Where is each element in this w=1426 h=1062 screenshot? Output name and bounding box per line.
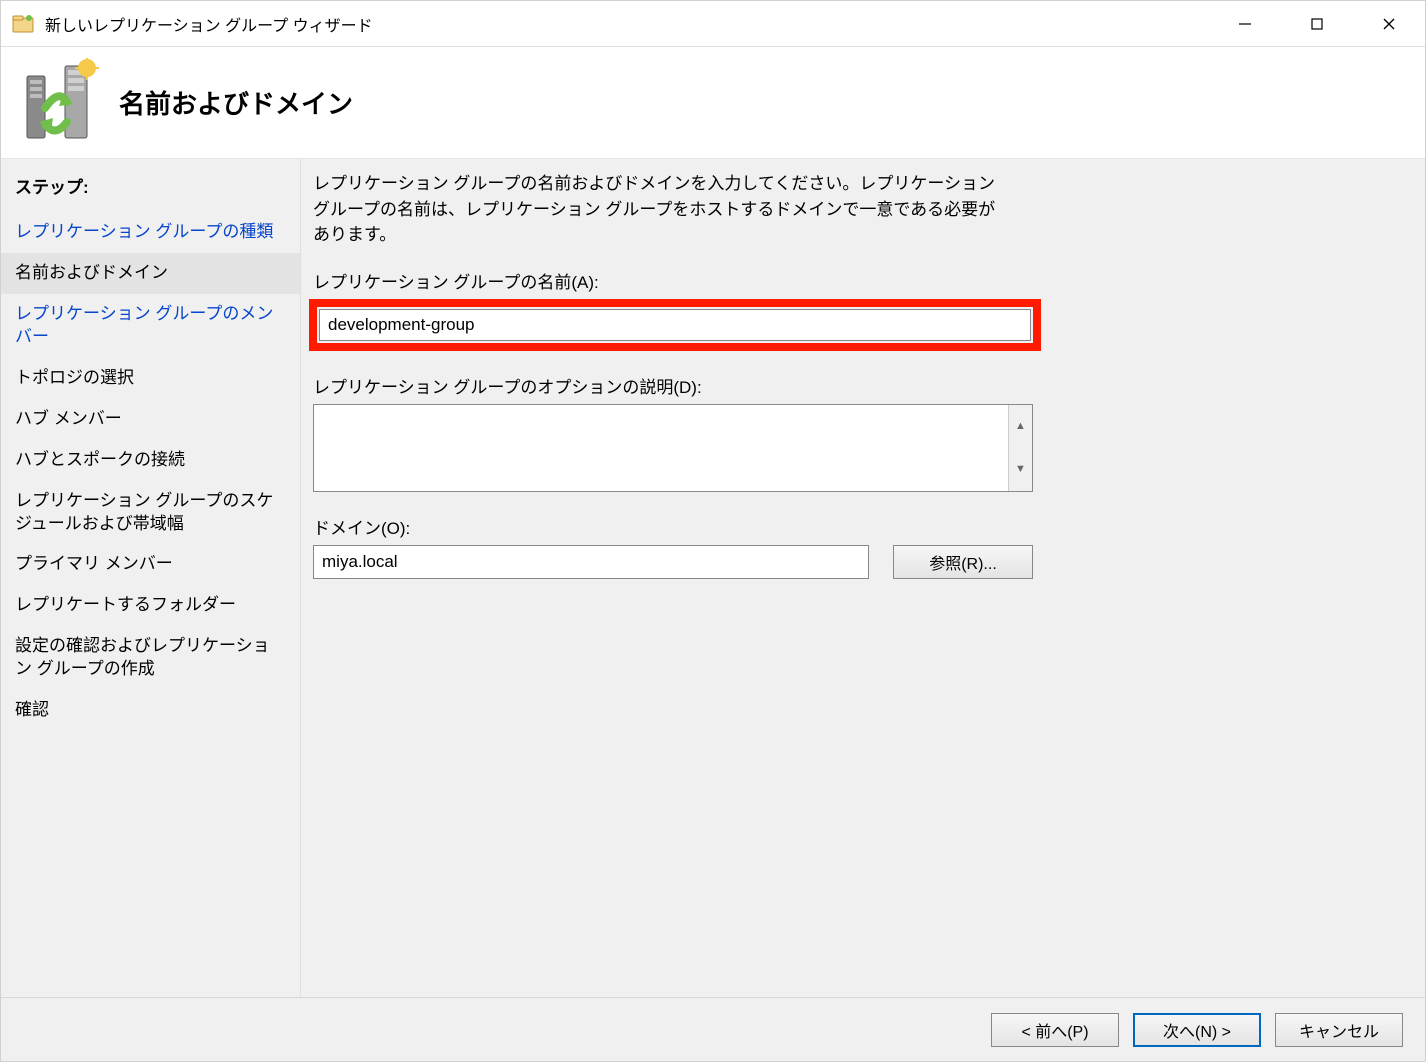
window-title: 新しいレプリケーション グループ ウィザード	[45, 12, 1209, 36]
maximize-button[interactable]	[1281, 1, 1353, 46]
domain-field: ドメイン(O): 参照(R)...	[309, 514, 1405, 579]
step-item-9: 設定の確認およびレプリケーション グループの作成	[1, 626, 300, 690]
window-controls	[1209, 1, 1425, 46]
steps-sidebar: ステップ: レプリケーション グループの種類名前およびドメインレプリケーション …	[1, 159, 301, 997]
titlebar: 新しいレプリケーション グループ ウィザード	[1, 1, 1425, 47]
page-title: 名前およびドメイン	[119, 84, 353, 121]
replication-icon	[19, 58, 99, 148]
group-desc-label: レプリケーション グループのオプションの説明(D):	[309, 373, 1405, 398]
scroll-up-icon[interactable]: ▲	[1009, 405, 1032, 448]
step-item-4: ハブ メンバー	[1, 399, 300, 440]
cancel-button[interactable]: キャンセル	[1275, 1013, 1403, 1047]
group-name-input[interactable]	[319, 309, 1031, 341]
step-item-0[interactable]: レプリケーション グループの種類	[1, 212, 300, 253]
step-item-6: レプリケーション グループのスケジュールおよび帯域幅	[1, 481, 300, 545]
step-item-7: プライマリ メンバー	[1, 544, 300, 585]
steps-heading: ステップ:	[1, 167, 300, 212]
instruction-text: レプリケーション グループの名前およびドメインを入力してください。レプリケーショ…	[309, 171, 1049, 268]
step-item-8: レプリケートするフォルダー	[1, 585, 300, 626]
group-name-label: レプリケーション グループの名前(A):	[309, 268, 1405, 293]
next-button[interactable]: 次へ(N) >	[1133, 1013, 1261, 1047]
scroll-down-icon[interactable]: ▼	[1009, 448, 1032, 491]
main-panel: レプリケーション グループの名前およびドメインを入力してください。レプリケーショ…	[301, 159, 1425, 997]
desc-scrollbar: ▲ ▼	[1008, 405, 1032, 491]
footer-nav: < 前へ(P) 次へ(N) > キャンセル	[1, 997, 1425, 1061]
domain-input[interactable]	[313, 545, 869, 579]
back-button[interactable]: < 前へ(P)	[991, 1013, 1119, 1047]
group-desc-input[interactable]	[314, 405, 1008, 491]
browse-button[interactable]: 参照(R)...	[893, 545, 1033, 579]
group-desc-wrap: ▲ ▼	[313, 404, 1033, 492]
step-item-1: 名前およびドメイン	[1, 253, 300, 294]
domain-label: ドメイン(O):	[309, 514, 1405, 539]
page-header: 名前およびドメイン	[1, 47, 1425, 159]
step-item-2[interactable]: レプリケーション グループのメンバー	[1, 294, 300, 358]
step-item-3: トポロジの選択	[1, 358, 300, 399]
group-desc-field: レプリケーション グループのオプションの説明(D): ▲ ▼	[309, 373, 1405, 492]
highlight-box	[309, 299, 1041, 351]
minimize-button[interactable]	[1209, 1, 1281, 46]
close-button[interactable]	[1353, 1, 1425, 46]
content-area: ステップ: レプリケーション グループの種類名前およびドメインレプリケーション …	[1, 159, 1425, 997]
step-item-10: 確認	[1, 690, 300, 731]
step-item-5: ハブとスポークの接続	[1, 440, 300, 481]
wizard-icon	[11, 12, 35, 36]
group-name-field: レプリケーション グループの名前(A):	[309, 268, 1405, 351]
